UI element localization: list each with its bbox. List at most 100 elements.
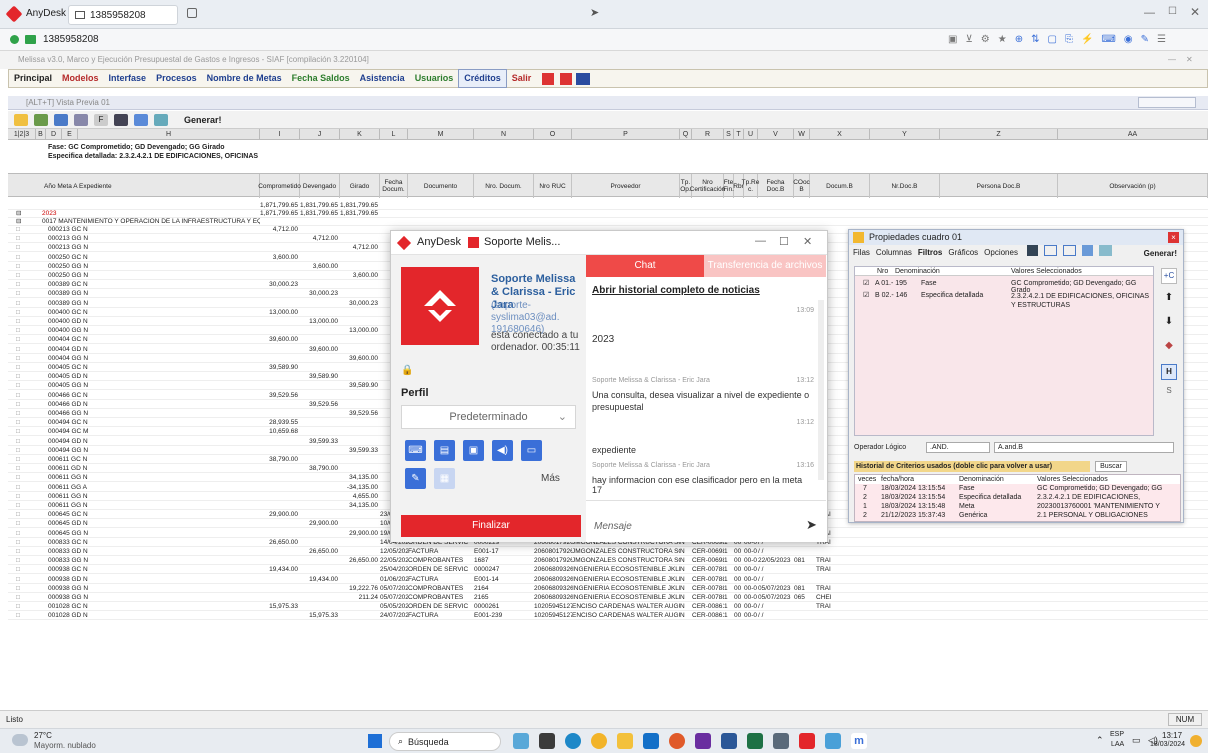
- hdr-expediente[interactable]: Año Meta A Expediente: [36, 174, 260, 198]
- tab-graficos[interactable]: Gráficos: [948, 248, 978, 257]
- hdr-devengado[interactable]: Devengado: [300, 174, 340, 198]
- vs-icon[interactable]: [695, 733, 711, 749]
- row-toggle-icon[interactable]: □: [16, 281, 28, 289]
- edge-icon[interactable]: [565, 733, 581, 749]
- word-icon[interactable]: [721, 733, 737, 749]
- hdr-fecha-docum[interactable]: Fecha Docum.: [380, 174, 408, 198]
- hdr-nr-doc-b[interactable]: Nr.Doc.B: [870, 174, 940, 198]
- windows-start-icon[interactable]: [368, 734, 382, 748]
- notification-icon[interactable]: [1190, 735, 1202, 747]
- clipboard-icon[interactable]: ⎘: [1065, 34, 1073, 45]
- historial-row[interactable]: 1 18/03/2024 13:15:48 Meta 20230013760001 '…: [855, 502, 1180, 511]
- filter-f-icon[interactable]: F: [94, 113, 108, 126]
- hdr-observacion[interactable]: Observación (p): [1058, 174, 1208, 198]
- table-row[interactable]: □000833 GG N26,650.0022/05/2023COMPROBAN…: [8, 557, 1208, 566]
- outline-levels[interactable]: 1|2|3: [8, 129, 36, 140]
- tray-chevron-icon[interactable]: ⌃: [1096, 735, 1104, 746]
- doc-icon[interactable]: [134, 113, 148, 126]
- file-transfer-icon[interactable]: ⇅: [1031, 34, 1039, 45]
- tab-opciones[interactable]: Opciones: [984, 248, 1018, 257]
- row-toggle-icon[interactable]: □: [16, 263, 28, 271]
- row-toggle-icon[interactable]: □: [16, 511, 28, 519]
- edit-icon[interactable]: [14, 113, 28, 126]
- chat-scrollbar[interactable]: [818, 300, 824, 480]
- col-i[interactable]: I: [260, 129, 300, 140]
- hdr-persona-doc-b[interactable]: Persona Doc.B: [940, 174, 1058, 198]
- remote-session-tab[interactable]: 1385958208: [68, 5, 178, 25]
- table-icon[interactable]: [1099, 245, 1112, 256]
- row-toggle-icon[interactable]: □: [16, 419, 28, 427]
- row-toggle-icon[interactable]: □: [16, 346, 28, 354]
- dialog-maximize-icon[interactable]: ☐: [779, 235, 789, 248]
- menu-creditos[interactable]: Créditos: [458, 69, 507, 88]
- row-toggle-icon[interactable]: □: [16, 502, 28, 510]
- filter-row[interactable]: ☑ B 02.- 146 Especifica detallada 2.3.2.…: [855, 291, 1153, 311]
- menu-asistencia[interactable]: Asistencia: [355, 70, 410, 87]
- row-toggle-icon[interactable]: □: [16, 456, 28, 464]
- app2-icon[interactable]: [825, 733, 841, 749]
- chat-icon[interactable]: ▢: [1048, 34, 1057, 45]
- widgets-icon[interactable]: [513, 733, 529, 749]
- window-01-icon[interactable]: [576, 72, 591, 85]
- sort-icon[interactable]: [54, 113, 68, 126]
- tab-filtros[interactable]: Filtros: [918, 248, 942, 257]
- row-toggle-icon[interactable]: □: [16, 300, 28, 308]
- row-toggle-icon[interactable]: □: [16, 520, 28, 528]
- row-toggle-icon[interactable]: □: [16, 493, 28, 501]
- menu-interfase[interactable]: Interfase: [104, 70, 152, 87]
- hdr-tp-rec[interactable]: Tp.Re c.: [742, 174, 759, 198]
- layout-icon[interactable]: [1063, 245, 1076, 256]
- row-toggle-icon[interactable]: □: [16, 410, 28, 418]
- tab-chat[interactable]: Chat: [586, 255, 704, 277]
- sound-icon[interactable]: ◀): [492, 440, 513, 461]
- filter-row[interactable]: ☑ A 01.- 195 Fase GC Comprometido; GD De…: [855, 279, 1153, 294]
- historial-row[interactable]: 7 18/03/2024 13:15:54 Fase GC Comprometido;…: [855, 484, 1180, 493]
- operador-select[interactable]: .AND.: [926, 442, 990, 453]
- screenshot-icon[interactable]: ▦: [434, 468, 455, 489]
- hdr-docum-b[interactable]: Docum.B: [810, 174, 870, 198]
- chrome-icon[interactable]: [591, 733, 607, 749]
- row-toggle-icon[interactable]: □: [16, 557, 28, 565]
- historial-row[interactable]: 2 18/03/2024 13:15:54 Especifica detallada…: [855, 493, 1180, 502]
- tab-file-transfer[interactable]: Transferencia de archivos: [704, 255, 826, 277]
- collapse-toggle-icon[interactable]: ⊟: [16, 218, 28, 226]
- maximize-icon[interactable]: ☐: [1168, 6, 1177, 17]
- table-row[interactable]: □ 001028 GD N 15,975.33 24/07/2023FACTURA E0…: [8, 612, 1208, 621]
- menu-salir[interactable]: Salir: [507, 70, 537, 87]
- row-toggle-icon[interactable]: □: [16, 318, 28, 326]
- row-toggle-icon[interactable]: □: [16, 428, 28, 436]
- history-link[interactable]: Abrir historial completo de noticias: [592, 285, 760, 296]
- save-icon[interactable]: [1027, 245, 1038, 256]
- col-u[interactable]: U: [744, 129, 758, 140]
- menu-icon[interactable]: ☰: [1157, 34, 1166, 45]
- minimize-icon[interactable]: —: [1144, 7, 1155, 19]
- record-icon[interactable]: ◉: [1124, 34, 1133, 45]
- col-l[interactable]: L: [380, 129, 408, 140]
- calendar-icon[interactable]: [560, 72, 573, 85]
- whiteboard-icon[interactable]: ✎: [1141, 34, 1149, 45]
- checkbox-checked-icon[interactable]: ☑: [863, 291, 869, 299]
- clipboard-icon[interactable]: ▣: [463, 440, 484, 461]
- col-b[interactable]: B: [36, 129, 46, 140]
- row-toggle-icon[interactable]: □: [16, 566, 28, 574]
- row-toggle-icon[interactable]: □: [16, 290, 28, 298]
- dialog-tab-label[interactable]: Soporte Melis...: [484, 236, 560, 248]
- row-toggle-icon[interactable]: □: [16, 474, 28, 482]
- hdr-cdoc-b[interactable]: COoc B: [793, 174, 810, 198]
- address-field[interactable]: 1385958208: [43, 34, 99, 45]
- copy-icon[interactable]: [74, 113, 88, 126]
- dialog-close-icon[interactable]: ✕: [803, 235, 812, 248]
- row-toggle-icon[interactable]: □: [16, 244, 28, 252]
- tab-columnas[interactable]: Columnas: [876, 248, 912, 257]
- finalizar-button[interactable]: Finalizar: [401, 515, 581, 537]
- row-toggle-icon[interactable]: □: [16, 548, 28, 556]
- task-view-icon[interactable]: [539, 733, 555, 749]
- collapse-toggle-icon[interactable]: ⊟: [16, 210, 28, 218]
- row-toggle-icon[interactable]: □: [16, 254, 28, 262]
- grid-icon[interactable]: [1044, 245, 1057, 256]
- col-y[interactable]: Y: [870, 129, 940, 140]
- row-toggle-icon[interactable]: □: [16, 585, 28, 593]
- keyboard-icon[interactable]: ⌨: [1101, 34, 1115, 45]
- row-toggle-icon[interactable]: □: [16, 401, 28, 409]
- mail-icon[interactable]: [643, 733, 659, 749]
